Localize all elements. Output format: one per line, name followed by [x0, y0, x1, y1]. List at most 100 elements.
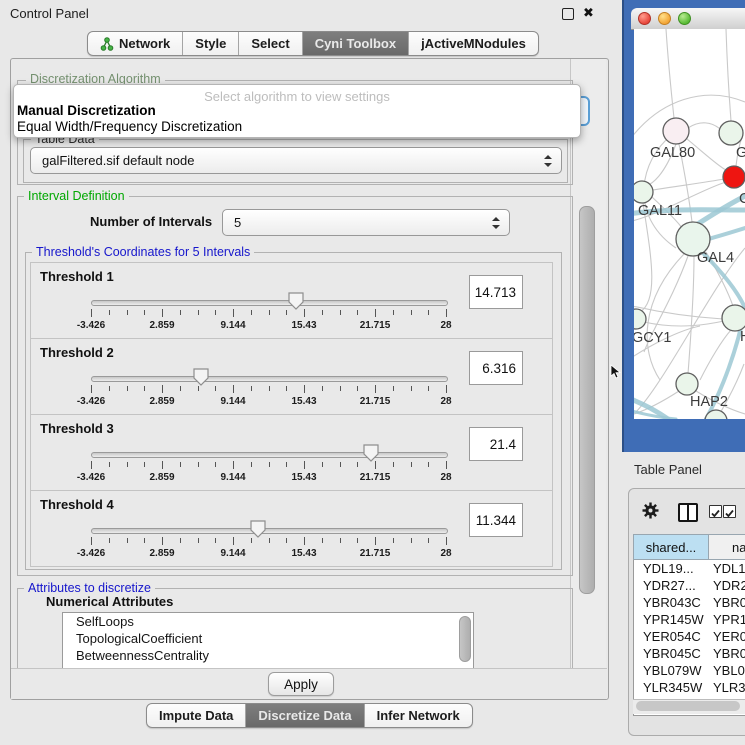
threshold-slider-thumb[interactable]	[193, 368, 209, 386]
numerical-attributes-list[interactable]: SelfLoopsTopologicalCoefficientBetweenne…	[62, 612, 474, 669]
tab-jactivemnodules[interactable]: jActiveMNodules	[409, 32, 538, 55]
table-row-cell-shared-name[interactable]: YDR27...	[643, 577, 707, 594]
network-edge[interactable]	[653, 179, 724, 190]
tick-label: -3.426	[67, 396, 115, 407]
tick-mark	[127, 462, 128, 467]
table-row-cell-name[interactable]: YDR2	[713, 577, 745, 594]
number-of-intervals-spinner[interactable]: 5	[222, 209, 510, 236]
tick-label: 21.715	[351, 320, 399, 331]
checked-box-icon[interactable]	[709, 505, 722, 518]
threshold-slider-track[interactable]	[91, 452, 448, 458]
tick-mark	[233, 461, 234, 469]
tick-mark	[109, 462, 110, 467]
threshold-slider-track[interactable]	[91, 528, 448, 534]
threshold-slider-track[interactable]	[91, 300, 448, 306]
popup-item-manual-discretization[interactable]: Manual Discretization	[17, 103, 156, 118]
popup-item-equal-width-frequency[interactable]: Equal Width/Frequency Discretization	[17, 119, 242, 134]
tab-cyni-toolbox[interactable]: Cyni Toolbox	[303, 32, 409, 55]
tick-mark	[162, 309, 163, 317]
network-node-label: GA	[736, 145, 745, 161]
numerical-attributes-label: Numerical Attributes	[46, 594, 173, 609]
tab-style[interactable]: Style	[183, 32, 239, 55]
network-node-h[interactable]	[722, 305, 745, 331]
network-edge[interactable]	[647, 254, 684, 380]
gear-icon[interactable]	[642, 502, 659, 519]
table-row-cell-shared-name[interactable]: YBR045C	[643, 645, 707, 662]
table-row-cell-name[interactable]: YER0	[713, 628, 745, 645]
table-row-cell-name[interactable]: YPR1	[713, 611, 745, 628]
tab-label: Impute Data	[159, 708, 233, 723]
zoom-traffic-light[interactable]	[678, 12, 691, 25]
horizontal-scrollbar-thumb[interactable]	[636, 701, 740, 711]
tab-impute-data[interactable]: Impute Data	[147, 704, 246, 727]
table-row-cell-shared-name[interactable]: YER054C	[643, 628, 707, 645]
threshold-slider-thumb[interactable]	[288, 292, 304, 310]
network-edge[interactable]	[634, 305, 723, 319]
network-node-gal11[interactable]	[634, 181, 653, 203]
network-edge[interactable]	[688, 123, 720, 129]
threshold-slider-track[interactable]	[91, 376, 448, 382]
apply-button[interactable]: Apply	[268, 672, 334, 696]
attribute-list-item[interactable]: SelfLoops	[63, 613, 473, 630]
table-row-cell-shared-name[interactable]: YDL19...	[643, 560, 707, 577]
tab-label: Network	[119, 36, 170, 51]
network-icon	[100, 37, 114, 51]
tick-mark	[375, 309, 376, 317]
tick-mark	[357, 386, 358, 391]
table-row-cell-shared-name[interactable]: YBL079W	[643, 662, 707, 679]
table-row-cell-name[interactable]: YDL1	[713, 560, 745, 577]
attribute-list-item[interactable]: TopologicalCoefficient	[63, 630, 473, 647]
table-row-cell-name[interactable]: YBR0	[713, 594, 745, 611]
checked-box-icon[interactable]	[723, 505, 736, 518]
table-row-cell-name[interactable]: YBR0	[713, 645, 745, 662]
table-columns-icon[interactable]	[678, 503, 698, 522]
threshold-slider-thumb[interactable]	[363, 444, 379, 462]
network-node-ga[interactable]	[719, 121, 743, 145]
threshold-value-field[interactable]: 14.713	[469, 275, 523, 309]
network-node-label: C	[739, 191, 745, 207]
tick-mark	[162, 537, 163, 545]
tab-infer-network[interactable]: Infer Network	[365, 704, 472, 727]
column-header-name[interactable]: na	[708, 534, 745, 560]
threshold-value-field[interactable]: 11.344	[469, 503, 523, 537]
tab-discretize-data[interactable]: Discretize Data	[246, 704, 364, 727]
close-icon[interactable]: ✖	[583, 5, 594, 21]
tick-mark	[411, 462, 412, 467]
threshold-value-field[interactable]: 6.316	[469, 351, 523, 385]
tick-mark	[304, 537, 305, 545]
network-node-gal80[interactable]	[663, 118, 689, 144]
table-row-cell-name[interactable]: YLR3	[713, 679, 745, 696]
tick-mark	[215, 386, 216, 391]
tick-mark	[215, 462, 216, 467]
tick-mark	[322, 386, 323, 391]
table-data-combobox[interactable]: galFiltered.sif default node	[30, 147, 562, 174]
vertical-scrollbar-thumb[interactable]	[579, 206, 595, 594]
table-row-cell-shared-name[interactable]: YPR145W	[643, 611, 707, 628]
column-header-shared-name[interactable]: shared...	[633, 534, 709, 560]
attribute-list-item[interactable]: BetweennessCentrality	[63, 647, 473, 664]
tick-label: 2.859	[138, 320, 186, 331]
network-view[interactable]: GAL80GACGAL11GAL4GCY1HHAP2	[634, 29, 745, 419]
attributes-list-scrollbar[interactable]	[459, 616, 471, 662]
tab-network[interactable]: Network	[88, 32, 183, 55]
tick-label: 9.144	[209, 396, 257, 407]
tick-mark	[411, 538, 412, 543]
close-traffic-light[interactable]	[638, 12, 651, 25]
table-row-cell-name[interactable]: YBL0	[713, 662, 745, 679]
threshold-slider-thumb[interactable]	[250, 520, 266, 538]
network-edge[interactable]	[726, 29, 731, 121]
tick-mark	[162, 385, 163, 393]
tab-select[interactable]: Select	[239, 32, 302, 55]
table-row-cell-shared-name[interactable]: YBR043C	[643, 594, 707, 611]
tick-label: -3.426	[67, 472, 115, 483]
minimize-traffic-light[interactable]	[658, 12, 671, 25]
network-node-gcy1[interactable]	[634, 309, 646, 329]
threshold-value-field[interactable]: 21.4	[469, 427, 523, 461]
network-edge[interactable]	[688, 256, 694, 374]
tick-mark	[357, 462, 358, 467]
table-row-cell-shared-name[interactable]: YLR345W	[643, 679, 707, 696]
float-window-icon[interactable]	[562, 8, 574, 20]
network-node-c[interactable]	[723, 166, 745, 188]
network-node-hap2[interactable]	[676, 373, 698, 395]
tick-mark	[357, 538, 358, 543]
